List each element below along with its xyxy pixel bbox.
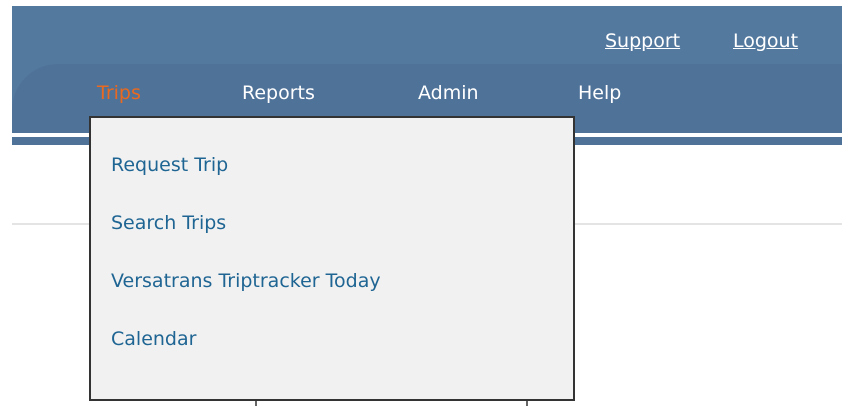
nav-item-reports[interactable]: Reports	[242, 82, 315, 104]
logout-link[interactable]: Logout	[733, 30, 798, 52]
nav-item-help[interactable]: Help	[578, 82, 621, 104]
table-column-edge	[255, 401, 257, 406]
trips-dropdown-menu: Request Trip Search Trips Versatrans Tri…	[89, 116, 575, 401]
menu-item-triptracker-today[interactable]: Versatrans Triptracker Today	[111, 270, 381, 292]
menu-item-search-trips[interactable]: Search Trips	[111, 212, 226, 234]
support-link[interactable]: Support	[605, 30, 680, 52]
menu-item-request-trip[interactable]: Request Trip	[111, 154, 228, 176]
nav-item-trips[interactable]: Trips	[97, 82, 141, 104]
table-column-edge	[526, 401, 528, 406]
nav-item-admin[interactable]: Admin	[418, 82, 479, 104]
menu-item-calendar[interactable]: Calendar	[111, 328, 196, 350]
